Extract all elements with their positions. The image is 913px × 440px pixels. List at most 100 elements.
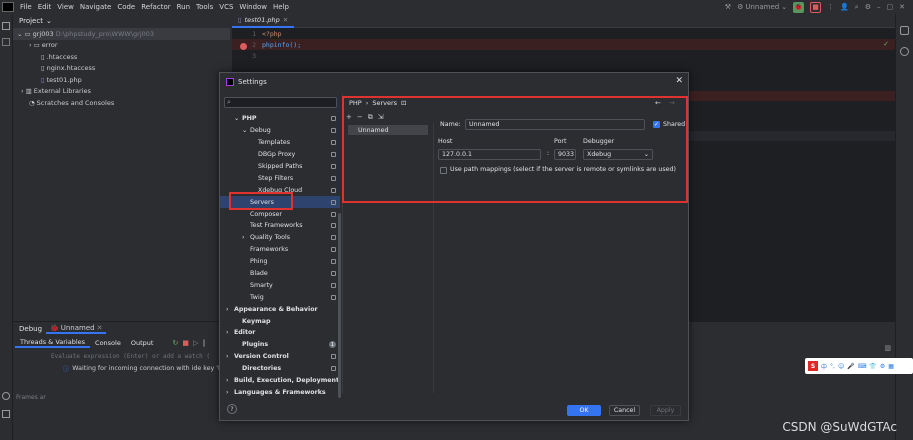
menu-item-navigate[interactable]: Navigate	[77, 0, 114, 14]
inspection-ok-icon[interactable]: ✓	[883, 40, 889, 48]
settings-item-appearance-behavior[interactable]: › Appearance & Behavior	[220, 303, 340, 315]
stop-icon[interactable]: ■	[810, 1, 822, 13]
settings-item-keymap[interactable]: Keymap	[220, 315, 340, 327]
emoji-icon[interactable]: ☺	[838, 363, 844, 370]
menu-item-run[interactable]: Run	[174, 0, 193, 14]
settings-item-left: › Appearance & Behavior	[220, 306, 318, 313]
menu-item-tools[interactable]: Tools	[193, 0, 216, 14]
user-icon[interactable]: 👤	[840, 3, 849, 11]
tree-item-htaccess[interactable]: ▯ .htaccess	[13, 51, 230, 63]
close-icon[interactable]: ✕	[97, 324, 103, 332]
apply-button[interactable]: Apply	[650, 405, 681, 416]
menu-item-view[interactable]: View	[54, 0, 77, 14]
tab-console[interactable]: Console	[90, 339, 126, 347]
settings-item-left: Composer	[220, 211, 282, 218]
project-header[interactable]: Project ⌄	[13, 14, 230, 28]
project-root[interactable]: ⌄ ▭ grj003 D:\phpstudy_pro\WWW\grj003	[13, 28, 230, 40]
settings-item-templates[interactable]: Templates	[220, 137, 340, 149]
grid-icon[interactable]: ▦	[888, 363, 894, 370]
settings-item-left: › Build, Execution, Deployment	[220, 377, 339, 384]
tree-item-scratches[interactable]: ◔ Scratches and Consoles	[13, 97, 230, 109]
settings-gear-icon[interactable]: ⚙	[865, 3, 871, 11]
settings-item-test-frameworks[interactable]: Test Frameworks	[220, 220, 340, 232]
settings-item-version-control[interactable]: › Version Control	[220, 351, 340, 363]
microphone-icon[interactable]: 🎤	[847, 363, 854, 370]
ime-mode[interactable]: 中	[821, 362, 827, 371]
settings-item-skipped-paths[interactable]: Skipped Paths	[220, 161, 340, 173]
run-config-selector[interactable]: ⚙ Unnamed ⌄	[737, 3, 787, 11]
project-scope-icon	[331, 175, 336, 181]
structure-tool-icon[interactable]	[2, 38, 10, 46]
hammer-icon[interactable]: ⚒	[725, 3, 731, 11]
settings-item-languages-frameworks[interactable]: › Languages & Frameworks	[220, 386, 340, 398]
cancel-button[interactable]: Cancel	[609, 405, 640, 416]
settings-item-plugins[interactable]: Plugins 1	[220, 339, 340, 351]
code-text: phpinfo();	[262, 40, 302, 49]
settings-item-phing[interactable]: Phing	[220, 256, 340, 268]
maximize-icon[interactable]: ▢	[887, 3, 894, 11]
tree-item-label: External Libraries	[33, 87, 91, 96]
run-tool-icon[interactable]	[2, 392, 10, 400]
database-icon[interactable]	[900, 47, 909, 56]
menu-item-refactor[interactable]: Refactor	[138, 0, 173, 14]
tab-threads-variables[interactable]: Threads & Variables	[15, 338, 91, 348]
ok-button[interactable]: OK	[567, 405, 601, 416]
settings-item-debug[interactable]: ⌄ Debug	[220, 125, 340, 137]
menu-item-edit[interactable]: Edit	[35, 0, 55, 14]
stop-icon[interactable]: ■	[182, 339, 189, 347]
pause-icon[interactable]: ‖	[202, 339, 206, 347]
menu-item-code[interactable]: Code	[114, 0, 138, 14]
code-line-breakpoint[interactable]: 2 phpinfo();	[232, 39, 895, 50]
close-icon[interactable]: ✕	[675, 76, 683, 86]
resume-icon[interactable]: ▷	[193, 339, 198, 347]
breakpoint-icon[interactable]	[240, 42, 247, 50]
settings-item-step-filters[interactable]: Step Filters	[220, 172, 340, 184]
debug-icon[interactable]: 🐞	[793, 1, 805, 13]
settings-item-quality-tools[interactable]: › Quality Tools	[220, 232, 340, 244]
skin-icon[interactable]: 👕	[869, 363, 876, 370]
code-line[interactable]: 1 <?php	[232, 28, 895, 39]
menubar: File Edit View Navigate Code Refactor Run Tools…	[0, 0, 913, 14]
settings-item-smarty[interactable]: Smarty	[220, 279, 340, 291]
notifications-icon[interactable]	[900, 26, 909, 35]
punctuation-icon[interactable]: °,	[830, 363, 835, 370]
settings-item-editor[interactable]: › Editor	[220, 327, 340, 339]
settings-item-build-execution-deployment[interactable]: › Build, Execution, Deployment	[220, 375, 340, 387]
menu-item-window[interactable]: Window	[236, 0, 270, 14]
toolbox-icon[interactable]: ⚙	[880, 363, 885, 370]
project-tool-icon[interactable]	[2, 22, 10, 30]
project-scope-icon	[331, 282, 336, 288]
code-line[interactable]: 3	[232, 50, 895, 61]
menu-item-vcs[interactable]: VCS	[216, 0, 236, 14]
settings-item-php[interactable]: ⌄ PHP	[220, 113, 340, 125]
tree-item-label: nginx.htaccess	[46, 64, 96, 73]
minimize-icon[interactable]: –	[877, 3, 881, 11]
tree-item-external-libraries[interactable]: › ▥ External Libraries	[13, 86, 230, 98]
settings-item-dbgp-proxy[interactable]: DBGp Proxy	[220, 149, 340, 161]
settings-item-label: Languages & Frameworks	[234, 388, 326, 396]
debug-tool-icon[interactable]	[2, 410, 10, 418]
rerun-icon[interactable]: ↻	[172, 339, 178, 347]
settings-item-directories[interactable]: Directories	[220, 363, 340, 375]
menu-item-file[interactable]: File	[17, 0, 35, 14]
settings-item-blade[interactable]: Blade	[220, 268, 340, 280]
settings-tree-scrollbar[interactable]	[338, 213, 341, 398]
settings-search-input[interactable]: ⌕	[224, 97, 337, 108]
tree-item-test01[interactable]: ▯ test01.php	[13, 74, 230, 86]
tree-item-nginx[interactable]: ▯ nginx.htaccess	[13, 63, 230, 75]
help-button[interactable]: ?	[227, 404, 237, 414]
search-icon[interactable]: ⌕	[855, 3, 859, 12]
layout-icon[interactable]: ▥	[884, 344, 891, 352]
debug-session-tab[interactable]: 🐞 Unnamed ✕	[46, 324, 107, 334]
tree-item-error[interactable]: › ▭ error	[13, 40, 230, 52]
tab-test01[interactable]: ▯ test01.php ✕	[232, 14, 295, 28]
more-icon[interactable]: ⋮	[827, 3, 834, 11]
menu-item-help[interactable]: Help	[270, 0, 292, 14]
close-window-icon[interactable]: ✕	[899, 3, 905, 11]
close-icon[interactable]: ✕	[283, 16, 288, 24]
settings-item-twig[interactable]: Twig	[220, 291, 340, 303]
tab-output[interactable]: Output	[126, 339, 159, 347]
settings-item-frameworks[interactable]: Frameworks	[220, 244, 340, 256]
keyboard-icon[interactable]: ⌨	[858, 363, 867, 370]
